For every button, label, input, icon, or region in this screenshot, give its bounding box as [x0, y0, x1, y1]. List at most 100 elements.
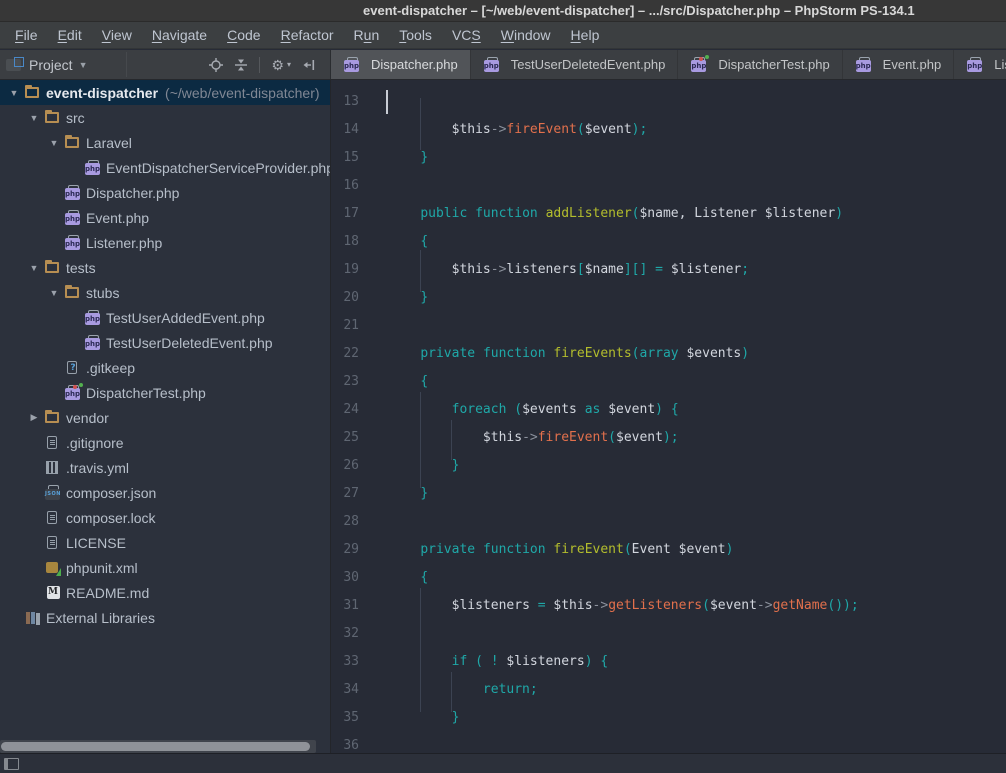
tree-item-LICENSE[interactable]: LICENSE [0, 530, 330, 555]
line-number[interactable]: 23 [331, 368, 359, 396]
tab-Dispatcher.php[interactable]: php Dispatcher.php [331, 50, 471, 79]
code-line-22[interactable]: 22 private function fireEvents(array $ev… [331, 340, 1006, 368]
tree-item-DispatcherTest.php[interactable]: php DispatcherTest.php [0, 380, 330, 405]
line-number[interactable]: 31 [331, 592, 359, 620]
code-line-16[interactable]: 16 [331, 172, 1006, 200]
code-line-23[interactable]: 23 { [331, 368, 1006, 396]
code-line-26[interactable]: 26 } [331, 452, 1006, 480]
settings-gear-icon[interactable]: ⚙ [271, 58, 284, 72]
line-number[interactable]: 17 [331, 200, 359, 228]
menu-vcs[interactable]: VCS [442, 27, 491, 43]
code-line-21[interactable]: 21 [331, 312, 1006, 340]
code-line-25[interactable]: 25 $this->fireEvent($event); [331, 424, 1006, 452]
collapsed-arrow-icon[interactable]: ▶ [24, 412, 44, 423]
code-line-34[interactable]: 34 return; [331, 676, 1006, 704]
code-line-33[interactable]: 33 if ( ! $listeners) { [331, 648, 1006, 676]
line-number[interactable]: 19 [331, 256, 359, 284]
tab-Listener.php[interactable]: php Listener.php [954, 50, 1006, 79]
tree-item-TestUserDeletedEvent.php[interactable]: php TestUserDeletedEvent.php [0, 330, 330, 355]
expanded-arrow-icon[interactable]: ▼ [44, 138, 64, 148]
tree-item-Laravel[interactable]: ▼ Laravel [0, 130, 330, 155]
tree-item-vendor[interactable]: ▶ vendor [0, 405, 330, 430]
tree-item-composer.lock[interactable]: composer.lock [0, 505, 330, 530]
menu-run[interactable]: Run [344, 27, 390, 43]
line-number[interactable]: 22 [331, 340, 359, 368]
line-number[interactable]: 13 [331, 88, 359, 116]
code-line-29[interactable]: 29 private function fireEvent(Event $eve… [331, 536, 1006, 564]
menu-tools[interactable]: Tools [389, 27, 442, 43]
tree-item-stubs[interactable]: ▼ stubs [0, 280, 330, 305]
tree-item-.gitkeep[interactable]: ? .gitkeep [0, 355, 330, 380]
line-number[interactable]: 33 [331, 648, 359, 676]
menu-refactor[interactable]: Refactor [271, 27, 344, 43]
menu-help[interactable]: Help [561, 27, 610, 43]
code-line-15[interactable]: 15 } [331, 144, 1006, 172]
expanded-arrow-icon[interactable]: ▼ [24, 263, 44, 273]
tree-item-Listener.php[interactable]: php Listener.php [0, 230, 330, 255]
code-line-13[interactable]: 13 [331, 88, 1006, 116]
line-number[interactable]: 28 [331, 508, 359, 536]
line-number[interactable]: 30 [331, 564, 359, 592]
code-line-27[interactable]: 27 } [331, 480, 1006, 508]
menu-window[interactable]: Window [491, 27, 561, 43]
code-line-17[interactable]: 17 public function addListener($name, Li… [331, 200, 1006, 228]
expanded-arrow-icon[interactable]: ▼ [44, 288, 64, 298]
horizontal-scrollbar[interactable] [0, 740, 316, 753]
line-number[interactable]: 29 [331, 536, 359, 564]
tree-item-event-dispatcher[interactable]: ▼ event-dispatcher (~/web/event-dispatcher… [0, 80, 330, 105]
line-number[interactable]: 25 [331, 424, 359, 452]
menu-file[interactable]: File [5, 27, 48, 43]
code-line-19[interactable]: 19 $this->listeners[$name][] = $listener… [331, 256, 1006, 284]
menu-navigate[interactable]: Navigate [142, 27, 217, 43]
tree-item-phpunit.xml[interactable]: phpunit.xml [0, 555, 330, 580]
tree-item-Event.php[interactable]: php Event.php [0, 205, 330, 230]
code-line-32[interactable]: 32 [331, 620, 1006, 648]
expanded-arrow-icon[interactable]: ▼ [24, 113, 44, 123]
code-line-20[interactable]: 20 } [331, 284, 1006, 312]
locate-icon[interactable] [209, 57, 224, 72]
project-toolwindow-title[interactable]: Project [29, 57, 73, 73]
chevron-down-icon[interactable]: ▼ [79, 60, 88, 70]
tree-item-.travis.yml[interactable]: .travis.yml [0, 455, 330, 480]
code-line-35[interactable]: 35 } [331, 704, 1006, 732]
scrollbar-thumb[interactable] [1, 742, 310, 751]
line-number[interactable]: 34 [331, 676, 359, 704]
tree-item-External Libraries[interactable]: External Libraries [0, 605, 330, 630]
code-line-14[interactable]: 14 $this->fireEvent($event); [331, 116, 1006, 144]
line-number[interactable]: 24 [331, 396, 359, 424]
line-number[interactable]: 26 [331, 452, 359, 480]
toolwindow-switcher-icon[interactable] [4, 758, 19, 770]
tree-item-EventDispatcherServiceProvider.php[interactable]: php EventDispatcherServiceProvider.php [0, 155, 330, 180]
line-number[interactable]: 21 [331, 312, 359, 340]
line-number[interactable]: 14 [331, 116, 359, 144]
collapse-all-icon[interactable] [234, 58, 248, 72]
code-line-31[interactable]: 31 $listeners = $this->getListeners($eve… [331, 592, 1006, 620]
title-bar[interactable]: event-dispatcher – [~/web/event-dispatch… [0, 0, 1006, 22]
tree-item-src[interactable]: ▼ src [0, 105, 330, 130]
tree-item-tests[interactable]: ▼ tests [0, 255, 330, 280]
editor[interactable]: 13 14 $this->fireEvent($event); 15 } 16 17 p… [330, 80, 1006, 753]
code-line-36[interactable]: 36 [331, 732, 1006, 753]
code-line-28[interactable]: 28 [331, 508, 1006, 536]
line-number[interactable]: 18 [331, 228, 359, 256]
tree-item-.gitignore[interactable]: .gitignore [0, 430, 330, 455]
code-line-24[interactable]: 24 foreach ($events as $event) { [331, 396, 1006, 424]
tab-DispatcherTest.php[interactable]: php DispatcherTest.php [678, 50, 843, 79]
tree-item-Dispatcher.php[interactable]: php Dispatcher.php [0, 180, 330, 205]
line-number[interactable]: 27 [331, 480, 359, 508]
tree-item-README.md[interactable]: M README.md [0, 580, 330, 605]
expanded-arrow-icon[interactable]: ▼ [4, 88, 24, 98]
line-number[interactable]: 16 [331, 172, 359, 200]
line-number[interactable]: 20 [331, 284, 359, 312]
line-number[interactable]: 36 [331, 732, 359, 753]
project-toolwindow-icon[interactable] [6, 56, 24, 71]
code-line-30[interactable]: 30 { [331, 564, 1006, 592]
line-number[interactable]: 32 [331, 620, 359, 648]
tab-Event.php[interactable]: php Event.php [842, 50, 955, 79]
tab-TestUserDeletedEvent.php[interactable]: php TestUserDeletedEvent.php [470, 50, 679, 79]
tree-item-composer.json[interactable]: JSON composer.json [0, 480, 330, 505]
menu-view[interactable]: View [92, 27, 142, 43]
menu-edit[interactable]: Edit [48, 27, 92, 43]
hide-panel-icon[interactable] [302, 58, 316, 72]
line-number[interactable]: 15 [331, 144, 359, 172]
